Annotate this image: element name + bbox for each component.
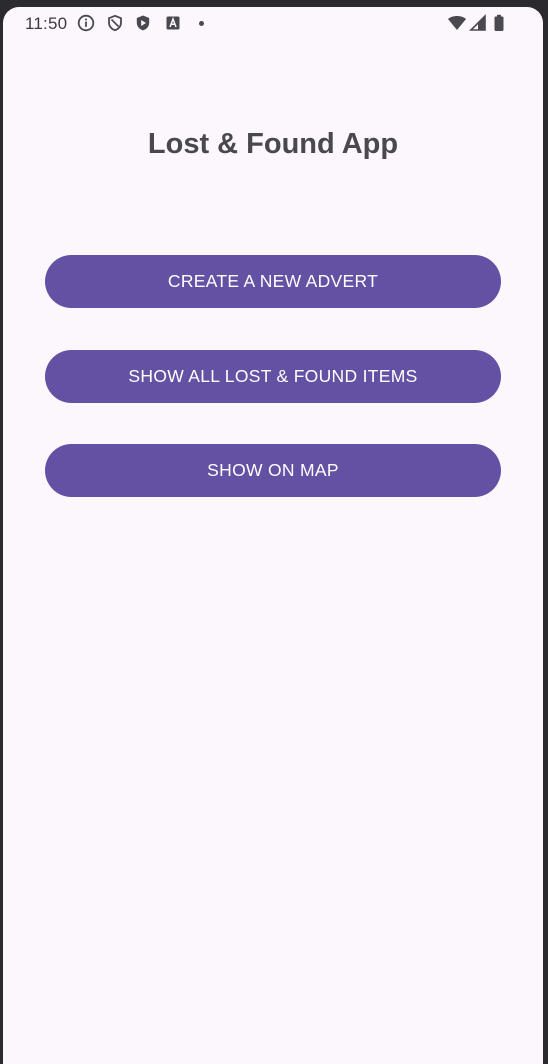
play-shield-icon (134, 14, 152, 32)
info-circle-icon (77, 14, 95, 32)
status-time: 11:50 (25, 14, 68, 33)
battery-icon (493, 14, 505, 32)
show-all-items-button[interactable]: SHOW ALL LOST & FOUND ITEMS (45, 350, 501, 403)
page-title: Lost & Found App (147, 128, 399, 160)
create-advert-button[interactable]: CREATE A NEW ADVERT (45, 255, 501, 308)
app-screen: 11:50 Lost & Found App CREATE A NEW ADVE… (3, 7, 543, 1064)
text-a-icon (164, 14, 182, 32)
status-bar: 11:50 (3, 7, 543, 41)
wifi-icon (447, 14, 467, 32)
cell-signal-icon (469, 14, 487, 32)
show-on-map-button[interactable]: SHOW ON MAP (45, 444, 501, 497)
notification-dot-icon (199, 21, 204, 26)
shield-outline-icon (106, 14, 124, 32)
device-frame: 11:50 Lost & Found App CREATE A NEW ADVE… (0, 0, 548, 1064)
